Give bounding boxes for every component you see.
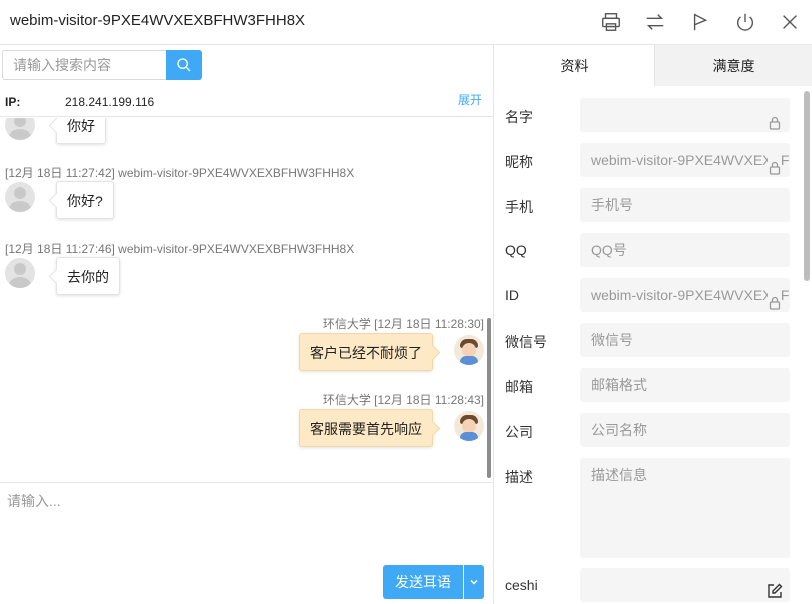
close-icon[interactable] [777,9,803,35]
field-label-company: 公司 [505,424,533,440]
search-button[interactable] [166,50,202,80]
company-field[interactable]: 公司名称 [580,413,790,447]
search-icon [177,58,191,72]
field-label-qq: QQ [505,242,527,258]
message-input[interactable] [0,483,493,563]
qq-field[interactable]: QQ号 [580,233,790,267]
description-field[interactable]: 描述信息 [580,458,790,558]
lock-icon [768,108,782,130]
visitor-avatar [5,258,35,288]
expand-link[interactable]: 展开 [458,91,482,108]
power-icon[interactable] [732,9,758,35]
tab-satisfaction[interactable]: 满意度 [654,45,812,86]
profile-form: 名字 昵称 webim-visitor-9PXE4WVXEXBFHW3FHH8X… [495,86,801,604]
visitor-ip-bar: IP: 218.241.199.116 展开 [0,87,493,117]
message-meta: 环信大学 [12月 18日 11:28:43] [322,393,484,407]
visitor-info-panel: 资料 满意度 名字 昵称 webim-visitor-9PXE4WVXEXBFH… [495,45,812,604]
search-bar [2,50,202,80]
ceshi-field[interactable] [580,568,790,602]
field-label-name: 名字 [505,109,533,125]
chat-scrollbar[interactable] [487,318,491,478]
visitor-message-bubble: 去你的 [56,257,120,295]
chevron-down-icon [470,579,478,585]
field-label-nickname: 昵称 [505,154,533,170]
field-label-email: 邮箱 [505,379,533,395]
info-tabs: 资料 满意度 [495,45,812,86]
flag-icon[interactable] [688,9,714,35]
field-label-wechat: 微信号 [505,334,547,350]
phone-field[interactable]: 手机号 [580,188,790,222]
transfer-icon[interactable] [642,9,668,35]
name-field[interactable] [580,98,790,132]
id-field[interactable]: webim-visitor-9PXE4WVXEXBFHW3FHH8X [580,278,790,312]
send-options-button[interactable] [464,565,484,599]
tab-profile[interactable]: 资料 [495,45,654,86]
field-label-id: ID [505,287,519,303]
composer: 发送耳语 [0,482,493,604]
visitor-message-bubble: 你好? [56,181,114,219]
visitor-avatar [5,182,35,212]
chat-panel: IP: 218.241.199.116 展开 你好 [12月 18日 11:27… [0,45,494,604]
send-whisper-button[interactable]: 发送耳语 [383,565,463,599]
visitor-avatar [5,118,35,140]
window-header: webim-visitor-9PXE4WVXEXBFHW3FHH8X [0,0,812,45]
email-field[interactable]: 邮箱格式 [580,368,790,402]
profile-scrollbar[interactable] [804,91,810,281]
message-meta: [12月 18日 11:27:42] webim-visitor-9PXE4WV… [5,166,355,180]
field-label-ceshi: ceshi [505,577,538,593]
wechat-field[interactable]: 微信号 [580,323,790,357]
agent-message-bubble: 客户已经不耐烦了 [299,333,433,371]
ip-label: IP: [5,95,21,109]
printer-icon[interactable] [598,9,624,35]
lock-icon [768,288,782,310]
lock-icon [768,153,782,175]
message-meta: [12月 18日 11:27:46] webim-visitor-9PXE4WV… [5,242,355,256]
agent-message-bubble: 客服需要首先响应 [299,409,433,447]
nickname-field[interactable]: webim-visitor-9PXE4WVXEXBFHW3FHH8X [580,143,790,177]
edit-icon[interactable] [767,577,783,598]
agent-avatar [454,335,484,365]
agent-avatar [454,411,484,441]
field-label-description: 描述 [505,469,533,485]
field-label-phone: 手机 [505,199,533,215]
visitor-message-bubble: 你好 [56,118,106,144]
ip-value: 218.241.199.116 [65,95,155,109]
search-input[interactable] [2,50,166,80]
window-title: webim-visitor-9PXE4WVXEXBFHW3FHH8X [10,12,306,29]
message-list[interactable]: 你好 [12月 18日 11:27:42] webim-visitor-9PXE… [0,118,493,482]
message-meta: 环信大学 [12月 18日 11:28:30] [322,317,484,331]
